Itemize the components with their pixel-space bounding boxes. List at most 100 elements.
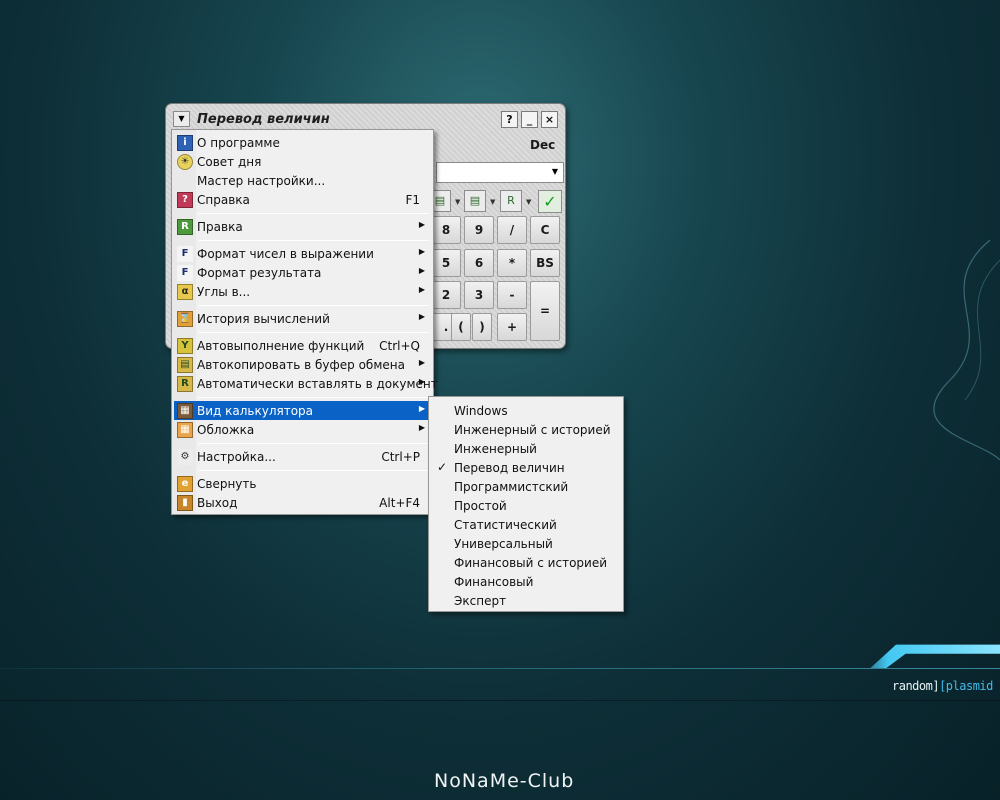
- result-dropdown-icon[interactable]: ▼: [526, 198, 531, 206]
- menu-item-label: Свернуть: [197, 477, 257, 491]
- key-divide[interactable]: /: [497, 216, 527, 244]
- menu-item-edit[interactable]: R Правка ▶: [174, 217, 431, 236]
- submenu-item-label: Финансовый: [454, 575, 534, 589]
- calculate-check-icon[interactable]: ✓: [538, 190, 562, 213]
- submenu-item-label: Инженерный: [454, 442, 537, 456]
- menu-separator: [198, 332, 429, 333]
- menu-item-label: Настройка...: [197, 450, 276, 464]
- menu-item-exit[interactable]: ▮ Выход Alt+F4: [174, 493, 431, 512]
- submenu-item-programmer[interactable]: Программистский: [431, 477, 621, 496]
- paste-icon[interactable]: ▤: [464, 190, 486, 212]
- submenu-item-expert[interactable]: Эксперт: [431, 591, 621, 610]
- menu-item-shortcut: Alt+F4: [379, 496, 420, 510]
- result-icon[interactable]: R: [500, 190, 522, 212]
- menu-item-about[interactable]: i О программе: [174, 133, 431, 152]
- minimize-icon: e: [177, 476, 193, 492]
- menu-item-skin[interactable]: ▦ Обложка ▶: [174, 420, 431, 439]
- menu-item-expression-format[interactable]: F Формат чисел в выражении ▶: [174, 244, 431, 263]
- submenu-item-engineering[interactable]: Инженерный: [431, 439, 621, 458]
- lightbulb-icon: ☀: [177, 154, 193, 170]
- edit-icon: R: [177, 219, 193, 235]
- key-5[interactable]: 5: [431, 249, 461, 277]
- submenu-arrow-icon: ▶: [418, 404, 425, 413]
- submenu-item-label: Инженерный с историей: [454, 423, 611, 437]
- menu-item-result-format[interactable]: F Формат результата ▶: [174, 263, 431, 282]
- wallpaper-glow-line: [0, 668, 1000, 669]
- submenu-item-financial-history[interactable]: Финансовый с историей: [431, 553, 621, 572]
- menu-item-tip-of-day[interactable]: ☀ Совет дня: [174, 152, 431, 171]
- menu-item-label: Углы в...: [197, 285, 251, 299]
- key-open-paren[interactable]: (: [451, 313, 471, 341]
- submenu-item-label: Простой: [454, 499, 507, 513]
- submenu-item-simple[interactable]: Простой: [431, 496, 621, 515]
- key-6[interactable]: 6: [464, 249, 494, 277]
- expression-input[interactable]: ▼: [436, 162, 564, 183]
- menu-item-shortcut: Ctrl+Q: [379, 339, 420, 353]
- menu-item-autocopy[interactable]: ▤ Автокопировать в буфер обмена ▶: [174, 355, 431, 374]
- copy-dropdown-icon[interactable]: ▼: [455, 198, 460, 206]
- key-2[interactable]: 2: [431, 281, 461, 309]
- menu-item-history[interactable]: ⌛ История вычислений ▶: [174, 309, 431, 328]
- exit-door-icon: ▮: [177, 495, 193, 511]
- menu-item-label: О программе: [197, 136, 280, 150]
- submenu-item-statistical[interactable]: Статистический: [431, 515, 621, 534]
- chevron-down-icon[interactable]: ▼: [552, 167, 558, 176]
- format-expression-icon: F: [177, 246, 193, 262]
- context-menu: i О программе ☀ Совет дня Мастер настрой…: [171, 129, 438, 515]
- menu-item-label: Выход: [197, 496, 238, 510]
- menu-separator: [198, 443, 429, 444]
- menu-item-label: Формат чисел в выражении: [197, 247, 374, 261]
- submenu-arrow-icon: ▶: [418, 377, 425, 386]
- key-8[interactable]: 8: [431, 216, 461, 244]
- close-button[interactable]: ×: [541, 111, 558, 128]
- submenu-item-label: Windows: [454, 404, 508, 418]
- minimize-button[interactable]: _: [521, 111, 538, 128]
- window-menu-button[interactable]: ▼: [173, 111, 190, 127]
- menu-item-autorun-functions[interactable]: Y Автовыполнение функций Ctrl+Q: [174, 336, 431, 355]
- menu-separator: [198, 305, 429, 306]
- key-minus[interactable]: -: [497, 281, 527, 309]
- autoinsert-icon: R: [177, 376, 193, 392]
- key-9[interactable]: 9: [464, 216, 494, 244]
- key-plus[interactable]: +: [497, 313, 527, 341]
- calculator-view-submenu: Windows Инженерный с историей Инженерный…: [428, 396, 624, 612]
- key-equals[interactable]: =: [530, 281, 560, 341]
- menu-item-shortcut: Ctrl+P: [381, 450, 420, 464]
- menu-item-label: История вычислений: [197, 312, 330, 326]
- submenu-arrow-icon: ▶: [418, 312, 425, 321]
- submenu-item-engineering-history[interactable]: Инженерный с историей: [431, 420, 621, 439]
- menu-item-settings[interactable]: ⚙ Настройка... Ctrl+P: [174, 447, 431, 466]
- wallpaper-label-part-b: [plasmid: [939, 679, 993, 693]
- key-3[interactable]: 3: [464, 281, 494, 309]
- menu-item-setup-wizard[interactable]: Мастер настройки...: [174, 171, 431, 190]
- submenu-arrow-icon: ▶: [418, 220, 425, 229]
- submenu-item-windows[interactable]: Windows: [431, 401, 621, 420]
- key-multiply[interactable]: *: [497, 249, 527, 277]
- menu-item-shortcut: F1: [405, 193, 420, 207]
- wallpaper-label-part-a: random]: [892, 679, 940, 693]
- paste-dropdown-icon[interactable]: ▼: [490, 198, 495, 206]
- key-close-paren[interactable]: ): [472, 313, 492, 341]
- checkmark-icon: ✓: [437, 460, 448, 474]
- menu-item-label: Автовыполнение функций: [197, 339, 365, 353]
- submenu-item-unit-conversion[interactable]: ✓ Перевод величин: [431, 458, 621, 477]
- menu-item-help[interactable]: ? Справка F1: [174, 190, 431, 209]
- submenu-item-universal[interactable]: Универсальный: [431, 534, 621, 553]
- submenu-item-label: Универсальный: [454, 537, 553, 551]
- help-button[interactable]: ?: [501, 111, 518, 128]
- menu-item-angles[interactable]: α Углы в... ▶: [174, 282, 431, 301]
- menu-separator: [198, 213, 429, 214]
- menu-item-label: Автоматически вставлять в документ: [197, 377, 438, 391]
- menu-item-minimize[interactable]: e Свернуть: [174, 474, 431, 493]
- submenu-item-financial[interactable]: Финансовый: [431, 572, 621, 591]
- number-mode-indicator[interactable]: Dec: [530, 138, 555, 152]
- menu-item-autoinsert[interactable]: R Автоматически вставлять в документ ▶: [174, 374, 438, 393]
- menu-item-label: Совет дня: [197, 155, 262, 169]
- history-icon: ⌛: [177, 311, 193, 327]
- menu-item-calculator-view[interactable]: ▦ Вид калькулятора ▶: [174, 401, 431, 420]
- key-backspace[interactable]: BS: [530, 249, 560, 277]
- menu-item-label: Формат результата: [197, 266, 322, 280]
- key-clear[interactable]: C: [530, 216, 560, 244]
- submenu-item-label: Перевод величин: [454, 461, 565, 475]
- wallpaper-dark-band: [0, 700, 1000, 701]
